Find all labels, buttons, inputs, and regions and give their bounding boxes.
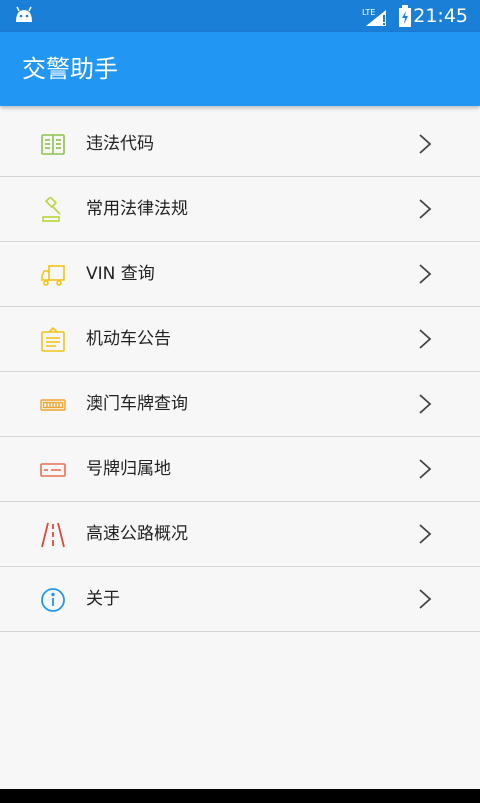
navigation-bar (0, 789, 480, 803)
app-title: 交警助手 (22, 55, 118, 83)
menu-item-plate-origin[interactable]: 号牌归属地 (0, 437, 480, 502)
status-bar: LTE 21:45 (0, 0, 480, 32)
chevron-right-icon (418, 392, 432, 416)
menu-item-violation-codes[interactable]: 违法代码 (0, 112, 480, 177)
info-icon (40, 587, 66, 613)
menu-item-label: 澳门车牌查询 (86, 394, 188, 414)
android-icon (14, 6, 34, 28)
book-icon (40, 132, 66, 158)
menu-item-label: 高速公路概况 (86, 524, 188, 544)
chevron-right-icon (418, 587, 432, 611)
menu-item-label: VIN 查询 (86, 264, 155, 284)
chevron-right-icon (418, 132, 432, 156)
license-plate-icon (40, 392, 66, 418)
chevron-right-icon (418, 457, 432, 481)
chevron-right-icon (418, 262, 432, 286)
lte-signal-icon: LTE (362, 6, 390, 30)
menu-list: 违法代码 常用法律法规 VIN 查询 机动车公告 澳门车牌查询 号牌归属地 高速… (0, 112, 480, 632)
app-bar: 交警助手 (0, 32, 480, 106)
menu-item-highway-overview[interactable]: 高速公路概况 (0, 502, 480, 567)
gavel-icon (40, 195, 66, 223)
chevron-right-icon (418, 327, 432, 351)
notice-board-icon (40, 326, 66, 353)
menu-item-label: 违法代码 (86, 134, 154, 154)
menu-item-vin-query[interactable]: VIN 查询 (0, 242, 480, 307)
menu-item-vehicle-notice[interactable]: 机动车公告 (0, 307, 480, 372)
menu-item-about[interactable]: 关于 (0, 567, 480, 632)
menu-item-macau-plate[interactable]: 澳门车牌查询 (0, 372, 480, 437)
highway-icon (40, 522, 66, 548)
menu-item-label: 机动车公告 (86, 329, 171, 349)
network-type-label: LTE (362, 8, 375, 17)
battery-icon (398, 5, 412, 31)
menu-item-label: 常用法律法规 (86, 199, 188, 219)
chevron-right-icon (418, 197, 432, 221)
menu-item-label: 关于 (86, 589, 120, 609)
status-time: 21:45 (413, 5, 468, 27)
chevron-right-icon (418, 522, 432, 546)
menu-item-label: 号牌归属地 (86, 459, 171, 479)
card-icon (40, 457, 66, 483)
menu-item-laws[interactable]: 常用法律法规 (0, 177, 480, 242)
truck-icon (40, 262, 66, 288)
